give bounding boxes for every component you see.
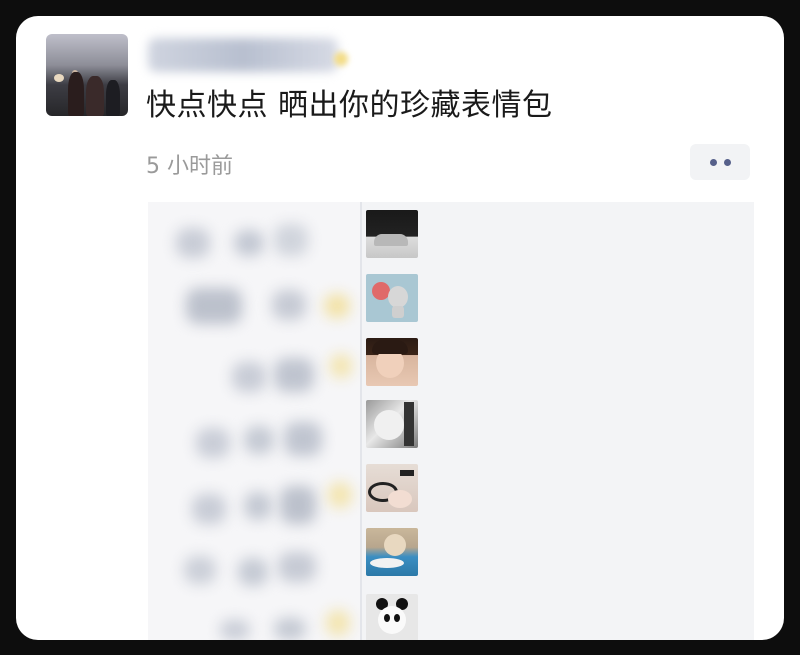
blurred-item [272,290,306,320]
more-button[interactable] [690,144,750,180]
blurred-item [192,494,226,524]
blurred-item [274,618,306,640]
blurred-item [176,228,210,258]
cat-paws-sticker[interactable] [366,464,418,512]
blurred-item [234,230,264,256]
blurred-item [324,294,350,318]
cartoon-mouse-sticker[interactable] [366,274,418,322]
blurred-item [274,224,308,256]
moment-card: 快点快点 晒出你的珍藏表情包 5 小时前 [16,16,784,640]
blurred-item [328,482,352,508]
blurred-item [326,610,350,636]
sticker-detail [404,402,414,446]
sticker-detail [388,286,408,308]
sticker-detail [384,614,390,622]
avatar-light [54,74,64,82]
avatar[interactable] [46,34,128,116]
blurred-item [280,486,316,524]
dark-cat-sticker[interactable] [366,210,418,258]
sticker-detail [384,534,406,556]
sticker-detail [394,614,400,622]
blurred-item [278,552,316,582]
sticker-detail [374,234,408,246]
sticker-detail [374,410,404,440]
blurred-item [232,362,266,392]
blurred-item [238,558,268,586]
cat-sticker[interactable] [366,400,418,448]
panda-sticker[interactable] [366,594,418,640]
blurred-item [196,428,230,458]
blurred-item [186,288,242,324]
dog-in-water-sticker[interactable] [366,528,418,576]
blurred-item [274,358,314,392]
blurred-item [220,620,250,640]
sticker-detail [388,490,412,508]
girl-sticker[interactable] [366,338,418,386]
blurred-chat-panel [148,202,360,640]
username-badge [334,52,348,66]
blurred-item [244,426,274,454]
panel-divider [360,202,362,640]
blurred-item [244,492,272,520]
post-timestamp: 5 小时前 [146,154,233,179]
more-icon [723,158,731,166]
sticker-detail [392,306,404,318]
username-blurred[interactable] [148,38,338,72]
sticker-detail [370,558,404,568]
sticker-detail [372,340,408,354]
blurred-item [184,556,216,584]
avatar-figure [106,80,120,116]
more-icon [709,158,717,166]
sticker-detail [400,470,414,476]
post-text: 快点快点 晒出你的珍藏表情包 [146,88,553,123]
sticker-screenshot[interactable] [148,202,754,640]
blurred-item [284,422,322,456]
blurred-item [330,354,352,378]
avatar-figure [68,72,84,116]
avatar-figure [86,76,104,116]
sticker-detail [378,606,406,634]
